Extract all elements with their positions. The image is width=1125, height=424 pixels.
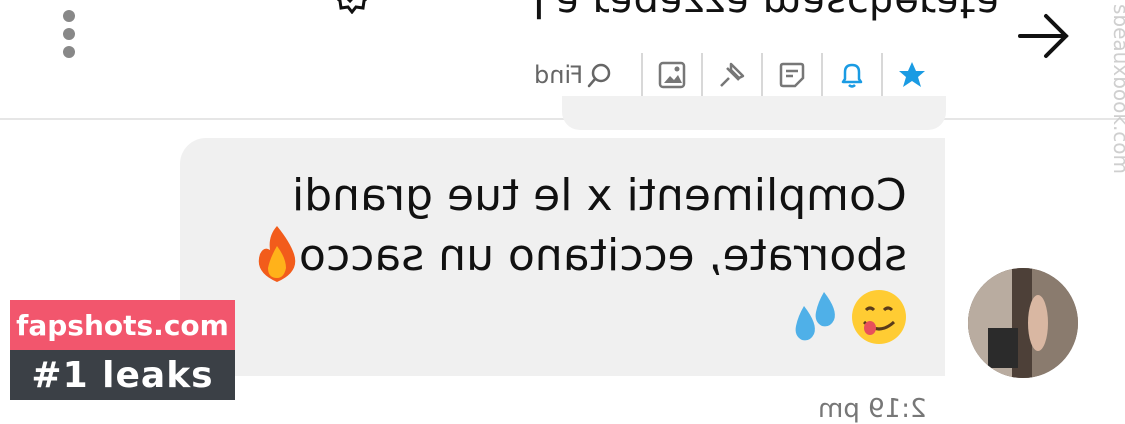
- watermark-tagline-badge: #1 leaks: [10, 350, 235, 400]
- arrow-right-icon[interactable]: [1016, 12, 1072, 60]
- chat-title: La ragazza mascherata: [532, 0, 1000, 26]
- side-watermark-text: sbeauxbook.com: [1109, 4, 1125, 174]
- toolbar-divider: [821, 53, 824, 97]
- side-watermark: sbeauxbook.com: [1109, 4, 1125, 174]
- image-icon[interactable]: [657, 60, 687, 90]
- yum-face-emoji: [852, 290, 906, 344]
- chat-toolbar: Find: [520, 50, 927, 100]
- find-button[interactable]: Find: [520, 61, 627, 89]
- pin-icon[interactable]: [717, 60, 747, 90]
- previous-message-bubble: [562, 96, 946, 130]
- toolbar-divider: [641, 53, 644, 97]
- fire-emoji: [258, 226, 296, 282]
- sweat-droplets-emoji: [795, 292, 835, 341]
- message-timestamp: 2:19 pm: [818, 394, 927, 424]
- avatar[interactable]: [968, 268, 1078, 378]
- message-line-2: sborrate, eccitano un sacco: [298, 230, 907, 281]
- watermark-site-badge: fapshots.com: [10, 300, 235, 350]
- star-icon[interactable]: [897, 60, 927, 90]
- bell-icon[interactable]: [837, 60, 867, 90]
- sticker-icon[interactable]: [777, 60, 807, 90]
- toolbar-divider: [701, 53, 704, 97]
- verified-badge-icon: [336, 0, 368, 14]
- kebab-menu-icon[interactable]: [60, 10, 78, 60]
- title-row: La ragazza mascherata: [320, 0, 1000, 30]
- find-label: Find: [534, 61, 584, 89]
- message-bubble[interactable]: Complimenti x le tue grandi sborrate, ec…: [180, 138, 945, 376]
- message-line-1: Complimenti x le tue grandi: [292, 170, 907, 221]
- toolbar-divider: [881, 53, 884, 97]
- toolbar-divider: [761, 53, 764, 97]
- search-icon: [587, 63, 611, 88]
